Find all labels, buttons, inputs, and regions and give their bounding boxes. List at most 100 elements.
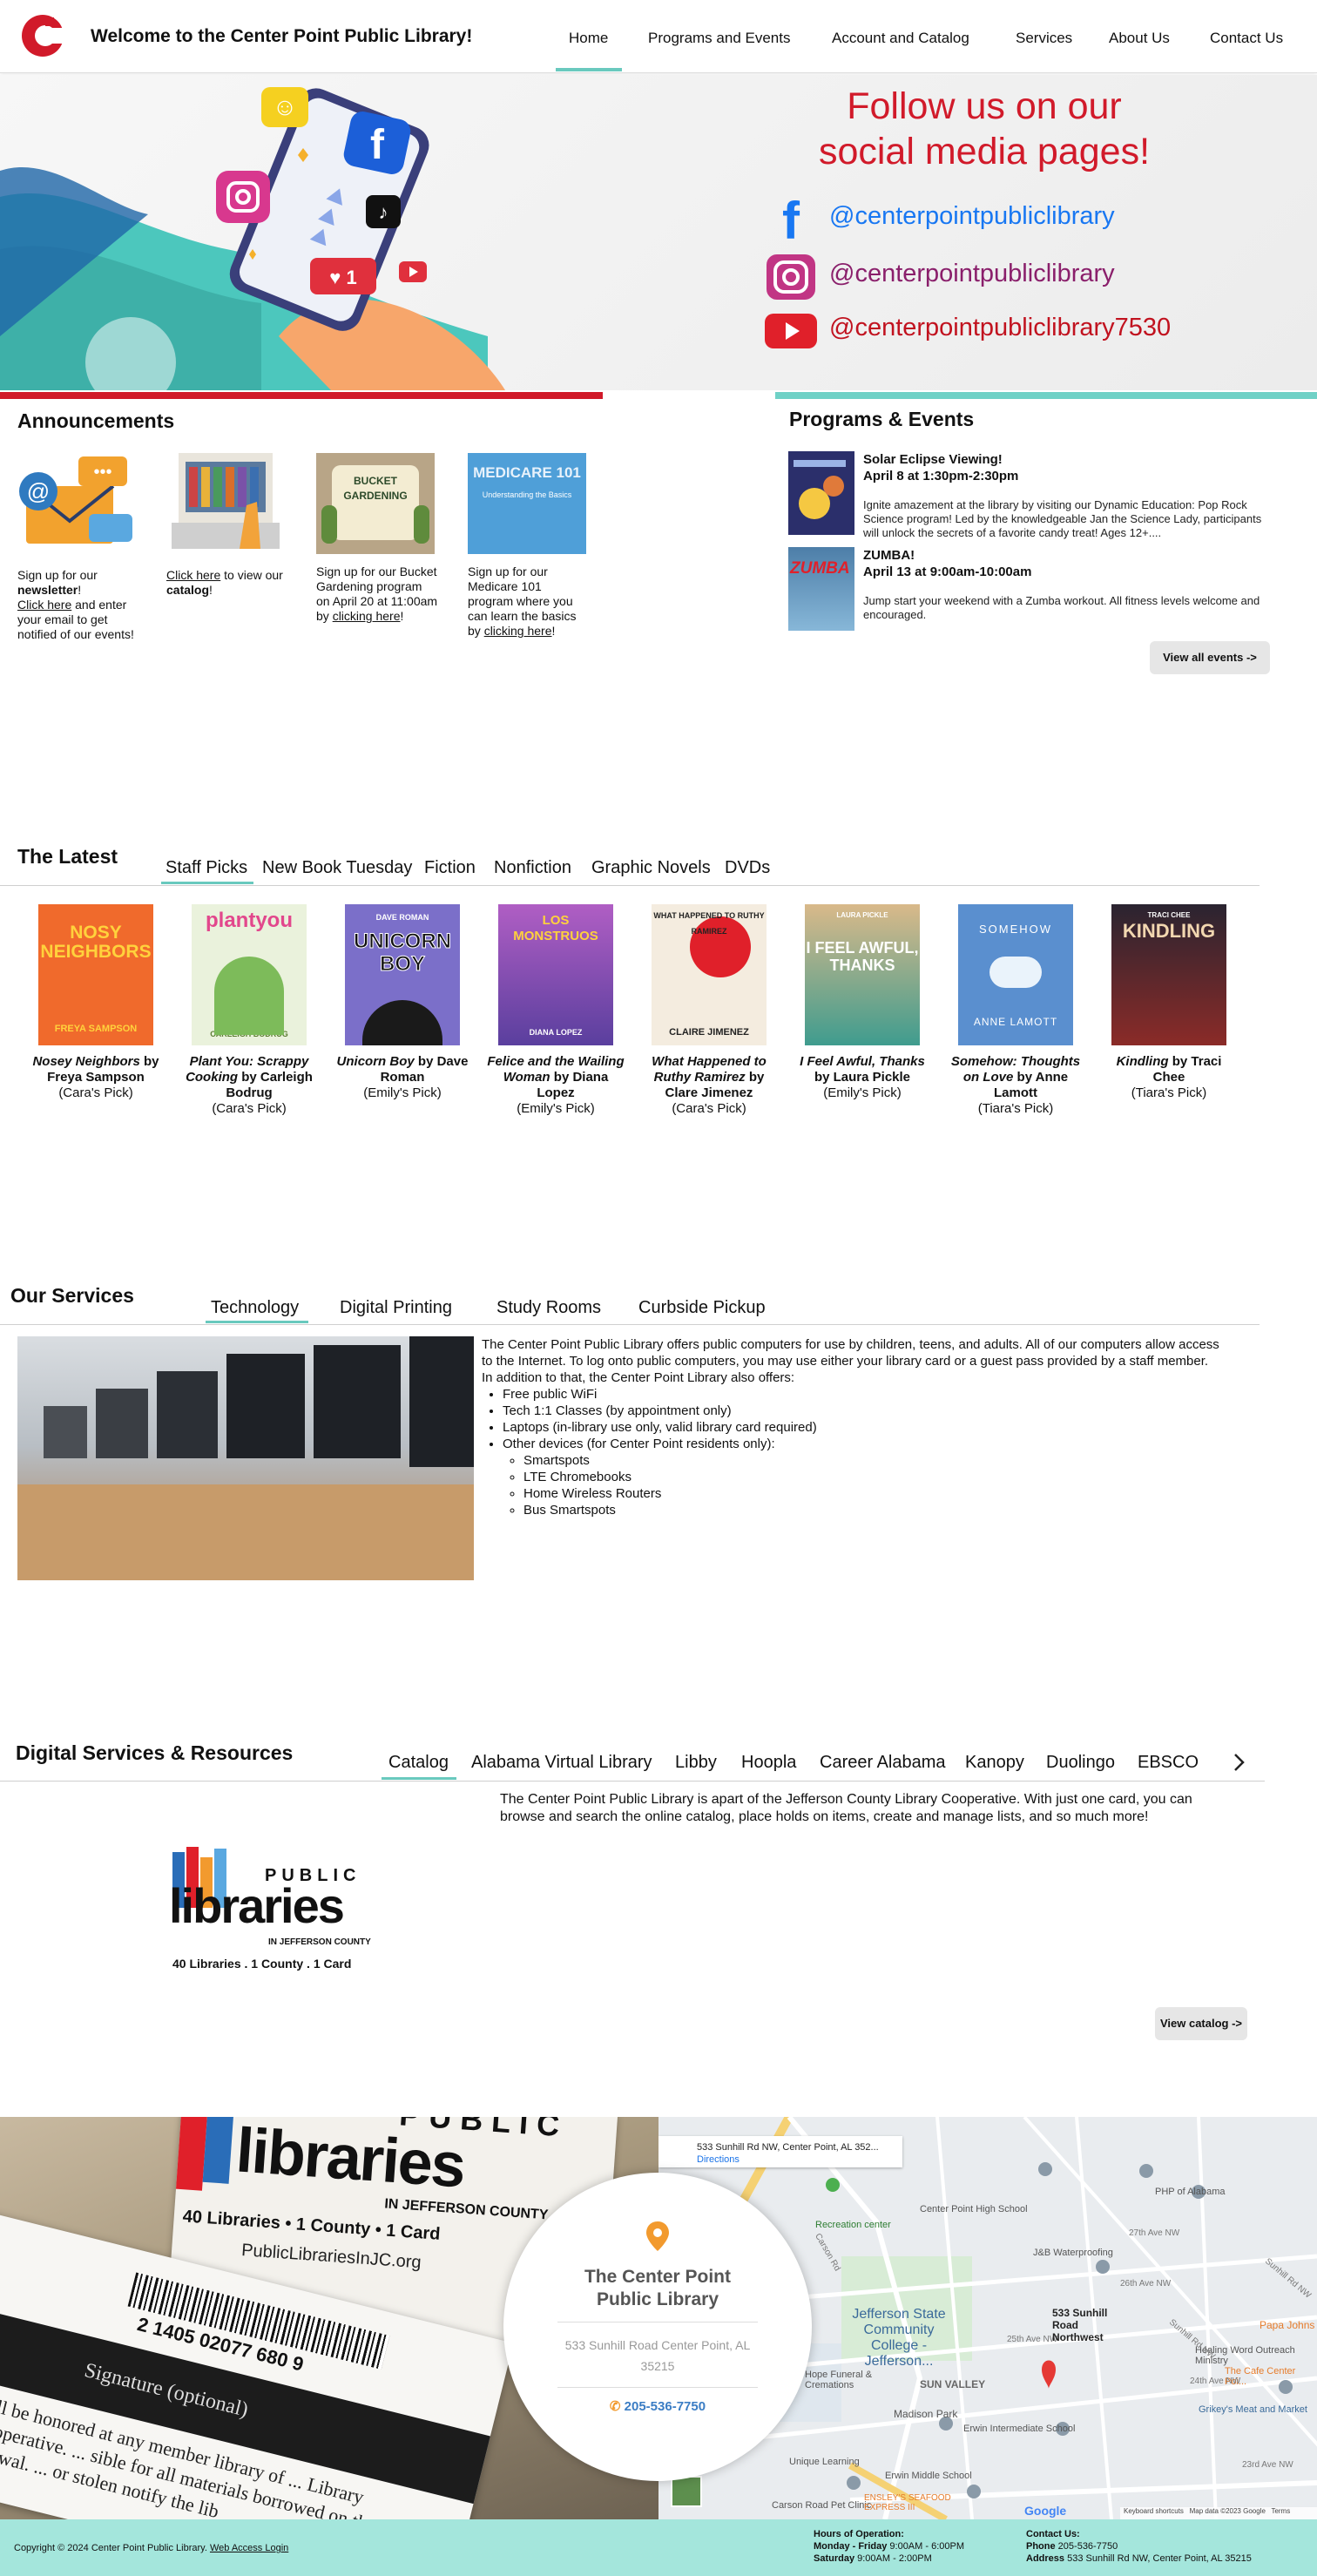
map-pin-label: 533 Sunhill Road Northwest bbox=[1052, 2307, 1108, 2343]
active-tab-indicator bbox=[382, 1777, 456, 1780]
book-caption: Nosey Neighbors by Freya Sampson (Cara's … bbox=[32, 1054, 159, 1100]
tab-dvds[interactable]: DVDs bbox=[725, 858, 770, 878]
youtube-handle: @centerpointpubliclibrary7530 bbox=[829, 314, 1172, 341]
book-caption: I Feel Awful, Thanks by Laura Pickle (Emi… bbox=[800, 1054, 925, 1100]
tab-staff-picks[interactable]: Staff Picks bbox=[165, 858, 247, 878]
svg-text:@: @ bbox=[27, 478, 50, 504]
tab-nonfiction[interactable]: Nonfiction bbox=[494, 858, 571, 878]
map-search-card[interactable]: 533 Sunhill Rd NW, Center Point, AL 352.… bbox=[658, 2136, 902, 2167]
book-cover: plantyou CARLEIGH BODRUG bbox=[192, 904, 307, 1045]
contact-address: 533 Sunhill Road Center Point, AL 35215 bbox=[564, 2338, 751, 2373]
bucket-gardening-link[interactable]: clicking here bbox=[333, 609, 401, 623]
nav-programs-and-events[interactable]: Programs and Events bbox=[648, 30, 790, 47]
tab-career-alabama[interactable]: Career Alabama bbox=[820, 1753, 946, 1773]
tab-alabama-virtual-library[interactable]: Alabama Virtual Library bbox=[471, 1753, 652, 1773]
tab-study-rooms[interactable]: Study Rooms bbox=[496, 1298, 601, 1318]
location-pin-icon bbox=[646, 2221, 669, 2251]
book-cover: WHAT HAPPENED TO RUTHY RAMIREZ CLAIRE JI… bbox=[652, 904, 767, 1045]
footer-phone[interactable]: 205-536-7750 bbox=[1056, 2541, 1118, 2552]
social-media-banner: ☺ f ♪ ♥ 1 Follow us on our social media … bbox=[0, 75, 1317, 390]
nav-home[interactable]: Home bbox=[569, 30, 608, 47]
instagram-icon bbox=[767, 254, 815, 300]
site-footer: Copyright © 2024 Center Point Public Lib… bbox=[0, 2519, 1317, 2576]
announcement-newsletter: @ ••• Sign up for our newsletter! Click … bbox=[17, 453, 139, 642]
book-card[interactable]: NOSY NEIGHBORS FREYA SAMPSON Nosey Neigh… bbox=[26, 904, 165, 1101]
nav-account-and-catalog[interactable]: Account and Catalog bbox=[832, 30, 969, 47]
svg-text:f: f bbox=[782, 197, 800, 242]
tab-digital-printing[interactable]: Digital Printing bbox=[340, 1298, 452, 1318]
svg-text:♪: ♪ bbox=[379, 201, 388, 223]
tab-fiction[interactable]: Fiction bbox=[424, 858, 476, 878]
book-caption: What Happened to Ruthy Ramirez by Clare … bbox=[652, 1054, 767, 1116]
bucket-gardening-flyer: BUCKET GARDENING bbox=[316, 453, 435, 554]
svg-text:•••: ••• bbox=[93, 463, 111, 482]
book-cover: I FEEL AWFUL, THANKS LAURA PICKLE bbox=[805, 904, 920, 1045]
the-latest-heading: The Latest bbox=[17, 845, 118, 868]
tab-kanopy[interactable]: Kanopy bbox=[965, 1753, 1024, 1773]
event-title: Solar Eclipse Viewing! April 8 at 1:30pm… bbox=[863, 452, 1019, 483]
book-cover: LOS MONSTRUOS DIANA LOPEZ bbox=[498, 904, 613, 1045]
programs-events-heading: Programs & Events bbox=[789, 408, 975, 430]
book-caption: Kindling by Traci Chee (Tiara's Pick) bbox=[1116, 1054, 1222, 1100]
site-header: Welcome to the Center Point Public Libra… bbox=[0, 0, 1317, 73]
book-card[interactable]: TRACI CHEE KINDLING Kindling by Traci Ch… bbox=[1099, 904, 1239, 1101]
our-services-heading: Our Services bbox=[10, 1284, 134, 1307]
view-all-events-button[interactable]: View all events -> bbox=[1150, 641, 1270, 674]
book-card[interactable]: SOMEHOW ANNE LAMOTT Somehow: Thoughts on… bbox=[946, 904, 1085, 1117]
section-divider-teal bbox=[775, 392, 1317, 399]
tab-graphic-novels[interactable]: Graphic Novels bbox=[591, 858, 711, 878]
tab-catalog[interactable]: Catalog bbox=[388, 1753, 449, 1773]
services-list: Free public WiFi Tech 1:1 Classes (by ap… bbox=[503, 1386, 1222, 1518]
computer-lab-photo bbox=[17, 1336, 474, 1580]
book-card[interactable]: LOS MONSTRUOS DIANA LOPEZ Felice and the… bbox=[486, 904, 625, 1117]
book-caption: Somehow: Thoughts on Love by Anne Lamott… bbox=[950, 1054, 1081, 1116]
catalog-description: The Center Point Public Library is apart… bbox=[500, 1792, 1192, 1824]
event-description: Jump start your weekend with a Zumba wor… bbox=[863, 594, 1260, 621]
phone-icon: ✆ bbox=[609, 2399, 625, 2414]
tab-ebsco[interactable]: EBSCO bbox=[1138, 1753, 1199, 1773]
nav-services[interactable]: Services bbox=[1016, 30, 1072, 47]
zumba-thumbnail: ZUMBA bbox=[788, 547, 854, 631]
event-solar-eclipse[interactable]: Solar Eclipse Viewing! April 8 at 1:30pm… bbox=[788, 451, 1272, 539]
satellite-toggle[interactable] bbox=[671, 2476, 702, 2507]
tab-libby[interactable]: Libby bbox=[675, 1753, 717, 1773]
announcement-medicare-text: Sign up for our Medicare 101 program whe… bbox=[468, 565, 577, 638]
tab-technology[interactable]: Technology bbox=[211, 1298, 299, 1318]
announcement-newsletter-text: Sign up for our newsletter! Click here a… bbox=[17, 568, 134, 641]
devices-list: Smartspots LTE Chromebooks Home Wireless… bbox=[523, 1452, 1222, 1518]
announcement-medicare: MEDICARE 101 Understanding the Basics Si… bbox=[468, 453, 590, 639]
book-card[interactable]: DAVE ROMAN UNICORN BOY Unicorn Boy by Da… bbox=[333, 904, 472, 1101]
chevron-right-icon[interactable] bbox=[1228, 1751, 1249, 1774]
medicare-link[interactable]: clicking here bbox=[484, 624, 552, 638]
svg-text:f: f bbox=[370, 122, 385, 168]
book-cover: TRACI CHEE KINDLING bbox=[1111, 904, 1226, 1045]
library-logo-icon[interactable] bbox=[19, 12, 66, 59]
book-card[interactable]: plantyou CARLEIGH BODRUG Plant You: Scra… bbox=[179, 904, 319, 1117]
announcement-bucket-gardening-text: Sign up for our Bucket Gardening program… bbox=[316, 565, 438, 623]
view-catalog-button[interactable]: View catalog -> bbox=[1155, 2007, 1247, 2040]
tab-bar-divider bbox=[0, 885, 1260, 886]
solar-eclipse-thumbnail bbox=[788, 451, 854, 535]
book-cover: SOMEHOW ANNE LAMOTT bbox=[958, 904, 1073, 1045]
hero-title: Follow us on our social media pages! bbox=[818, 85, 1151, 172]
svg-text:☺: ☺ bbox=[273, 93, 298, 120]
map-attribution: Keyboard shortcuts Map data ©2023 Google… bbox=[1120, 2507, 1317, 2519]
tab-new-book-tuesday[interactable]: New Book Tuesday bbox=[262, 858, 412, 878]
event-zumba[interactable]: ZUMBA ZUMBA! April 13 at 9:00am-10:00am … bbox=[788, 547, 1272, 634]
newsletter-signup-link[interactable]: Click here bbox=[17, 598, 71, 612]
contact-phone-link[interactable]: ✆ 205-536-7750 bbox=[503, 2398, 812, 2414]
book-card[interactable]: I FEEL AWFUL, THANKS LAURA PICKLE I Feel… bbox=[793, 904, 932, 1101]
catalog-link[interactable]: Click here bbox=[166, 568, 220, 582]
tab-duolingo[interactable]: Duolingo bbox=[1046, 1753, 1115, 1773]
nav-about-us[interactable]: About Us bbox=[1109, 30, 1170, 47]
web-access-login-link[interactable]: Web Access Login bbox=[210, 2543, 288, 2553]
nav-contact-us[interactable]: Contact Us bbox=[1210, 30, 1283, 47]
svg-text:♥ 1: ♥ 1 bbox=[329, 267, 356, 288]
book-card[interactable]: WHAT HAPPENED TO RUTHY RAMIREZ CLAIRE JI… bbox=[639, 904, 779, 1117]
tab-hoopla[interactable]: Hoopla bbox=[741, 1753, 796, 1773]
site-title: Welcome to the Center Point Public Libra… bbox=[91, 26, 473, 46]
contact-card: The Center Point Public Library 533 Sunh… bbox=[503, 2173, 812, 2481]
youtube-icon bbox=[765, 314, 817, 348]
book-caption: Felice and the Wailing Woman by Diana Lo… bbox=[487, 1054, 625, 1116]
tab-curbside-pickup[interactable]: Curbside Pickup bbox=[638, 1298, 766, 1318]
